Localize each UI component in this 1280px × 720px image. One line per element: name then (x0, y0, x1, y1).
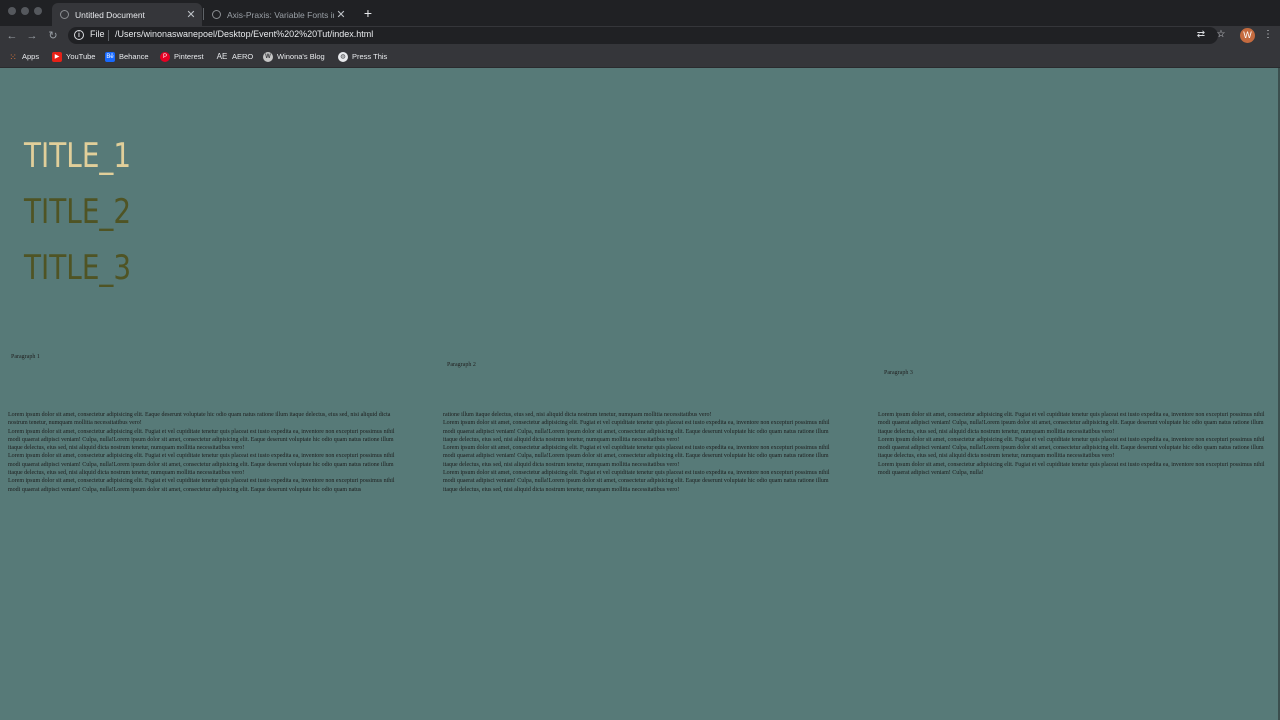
paragraph-3-text: Lorem ipsum dolor sit amet, consectetur … (878, 412, 1265, 477)
bookmark-label: Apps (22, 52, 40, 61)
page-viewport: TITLE_1 TITLE_2 TITLE_3 Paragraph 1 Para… (0, 68, 1280, 720)
bookmark-winonas-blog[interactable]: W Winona's Blog (263, 50, 325, 63)
reload-icon[interactable]: ↻ (45, 28, 61, 44)
bookmark-press-this[interactable]: ◍ Press This (338, 50, 387, 63)
youtube-icon: ▶ (52, 51, 62, 62)
bookmark-label: AERO (232, 52, 254, 61)
bookmark-behance[interactable]: Bē Behance (105, 50, 149, 63)
aero-icon: AE (216, 51, 228, 61)
tab-label: Axis-Praxis: Variable Fonts in the (227, 9, 334, 20)
close-icon[interactable]: ✕ (334, 8, 348, 21)
behance-icon: Bē (105, 51, 115, 62)
title-3: TITLE_3 (24, 248, 132, 288)
info-icon[interactable]: i (74, 30, 84, 40)
title-1: TITLE_1 (24, 136, 132, 176)
globe-icon (212, 10, 221, 19)
globe-icon: ◍ (338, 51, 348, 62)
url-text[interactable]: /Users/winonaswanepoel/Desktop/Event%202… (115, 29, 373, 39)
bookmark-label: Winona's Blog (277, 52, 325, 61)
tab-untitled-document[interactable]: Untitled Document ✕ (52, 3, 202, 26)
url-scheme-label: File (90, 29, 105, 39)
forward-arrow-icon[interactable]: → (24, 28, 40, 44)
bookmark-youtube[interactable]: ▶ YouTube (52, 50, 95, 63)
bookmark-label: Behance (119, 52, 149, 61)
address-divider (108, 30, 109, 41)
bookmark-label: YouTube (66, 52, 96, 61)
title-2: TITLE_2 (24, 192, 132, 232)
close-icon[interactable]: ✕ (184, 8, 198, 21)
window-minimize-control[interactable] (21, 7, 29, 15)
paragraph-1-text: Lorem ipsum dolor sit amet, consectetur … (8, 412, 395, 493)
pinterest-icon: P (160, 51, 170, 62)
star-bookmark-icon[interactable]: ☆ (1215, 29, 1227, 40)
tab-axis-praxis[interactable]: Axis-Praxis: Variable Fonts in the ✕ (204, 3, 352, 26)
apps-grid-icon: ⁙ (9, 51, 17, 62)
tab-label: Untitled Document (75, 9, 145, 20)
bookmark-apps[interactable]: ⁙ Apps (8, 50, 39, 63)
menu-kebab-icon[interactable]: ⋮ (1262, 29, 1274, 40)
paragraph-1-label: Paragraph 1 (11, 354, 40, 360)
bookmark-label: Pinterest (174, 52, 204, 61)
bookmark-aero[interactable]: AE AERO (216, 50, 254, 63)
paragraph-2-text: ratione illum itaque delectus, eius sed,… (443, 412, 830, 493)
translate-icon[interactable]: ⇄ (1195, 29, 1207, 40)
new-tab-plus-icon[interactable]: + (360, 4, 376, 22)
window-zoom-control[interactable] (34, 7, 42, 15)
bookmark-pinterest[interactable]: P Pinterest (160, 50, 204, 63)
wordpress-icon: W (263, 51, 273, 62)
window-close-control[interactable] (8, 7, 16, 15)
back-arrow-icon[interactable]: ← (4, 28, 20, 44)
paragraph-3-label: Paragraph 3 (884, 370, 913, 376)
profile-avatar[interactable]: W (1240, 28, 1255, 43)
paragraph-2-label: Paragraph 2 (447, 362, 476, 368)
globe-icon (60, 10, 69, 19)
bookmark-label: Press This (352, 52, 388, 61)
